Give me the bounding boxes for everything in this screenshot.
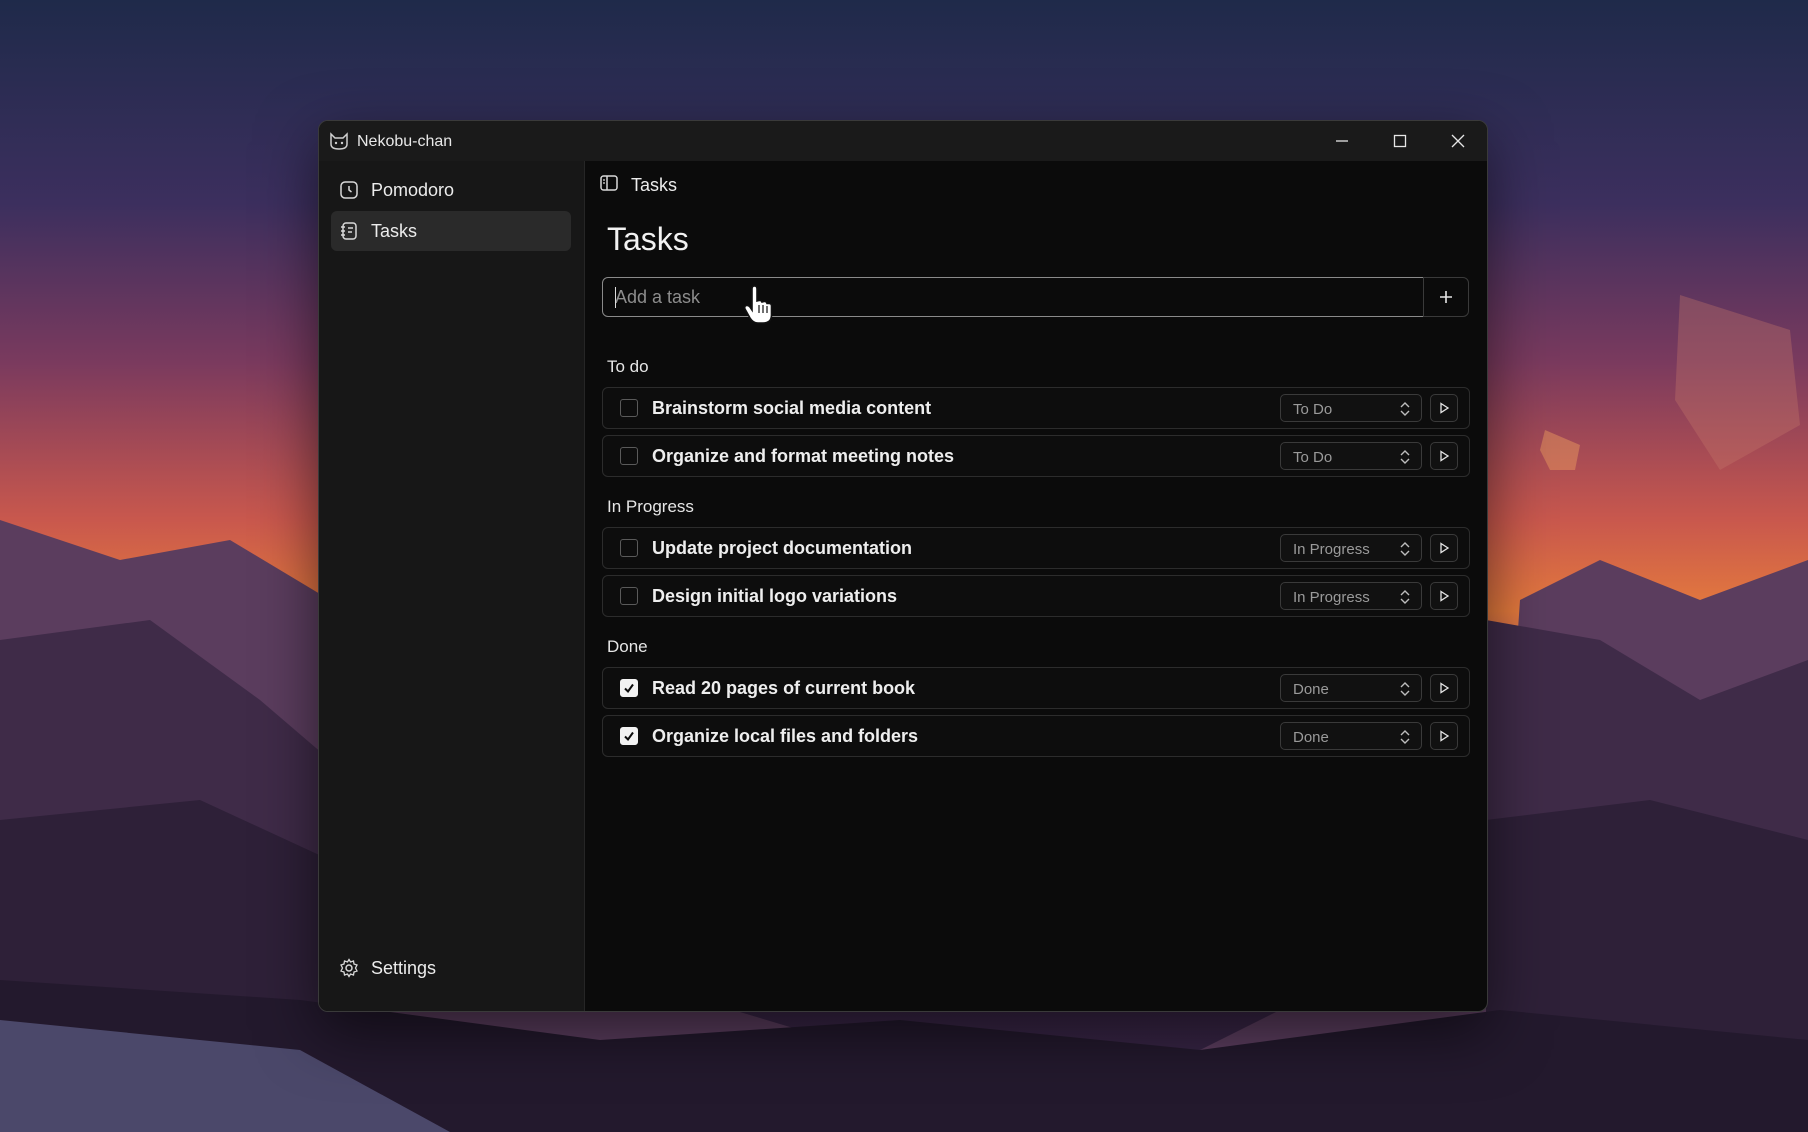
app-window: Nekobu-chan Pomodoro Tasks Settings Task… [318,120,1488,1012]
task-title: Organize local files and folders [652,726,919,746]
task-row: Organize local files and folders Done [602,715,1470,757]
task-checkbox[interactable] [620,399,638,417]
cat-logo-icon [330,132,348,150]
title-bar[interactable]: Nekobu-chan [319,121,1487,161]
status-select[interactable]: In Progress [1280,534,1422,562]
main-content: Tasks Tasks To do Brainstorm social medi… [585,161,1487,1011]
task-row: Update project documentation In Progress [602,527,1470,569]
status-select[interactable]: In Progress [1280,582,1422,610]
section-label-todo: To do [607,357,649,376]
task-checkbox[interactable] [620,539,638,557]
sidebar-toggle-icon[interactable] [599,173,619,198]
sidebar-item-settings[interactable]: Settings [331,948,571,988]
window-title: Nekobu-chan [357,133,453,150]
play-icon [1440,402,1450,414]
sidebar-item-label: Pomodoro [371,179,455,200]
hand-cursor-icon [743,285,773,324]
maximize-button[interactable] [1371,121,1429,161]
breadcrumb-label: Tasks [631,175,678,195]
start-task-button[interactable] [1430,442,1458,470]
start-task-button[interactable] [1430,394,1458,422]
list-icon [339,221,359,241]
play-icon [1440,590,1450,602]
status-value: Done [1293,681,1329,698]
close-icon [1451,134,1465,148]
task-row: Brainstorm social media content To Do [602,387,1470,429]
play-icon [1440,682,1450,694]
section-label-done: Done [607,637,648,656]
gear-icon [339,958,359,978]
checkmark-icon [624,731,634,742]
chevron-up-down-icon [1400,542,1410,556]
task-title: Brainstorm social media content [652,398,932,418]
clock-icon [339,180,359,200]
maximize-icon [1393,134,1407,148]
task-checkbox[interactable] [620,447,638,465]
status-select[interactable]: To Do [1280,442,1422,470]
add-task-input[interactable] [602,277,1424,317]
task-title: Design initial logo variations [652,586,898,606]
add-task-button[interactable] [1423,277,1469,317]
play-icon [1440,450,1450,462]
start-task-button[interactable] [1430,582,1458,610]
page-title: Tasks [607,221,689,257]
task-row: Read 20 pages of current book Done [602,667,1470,709]
chevron-up-down-icon [1400,730,1410,744]
play-icon [1440,730,1450,742]
sidebar-item-pomodoro[interactable]: Pomodoro [331,170,571,210]
task-title: Organize and format meeting notes [652,446,955,466]
status-value: To Do [1293,401,1333,418]
task-title: Update project documentation [652,538,913,558]
settings-label: Settings [371,957,437,978]
start-task-button[interactable] [1430,722,1458,750]
checkmark-icon [624,683,634,694]
task-row: Organize and format meeting notes To Do [602,435,1470,477]
status-value: In Progress [1293,589,1370,606]
chevron-up-down-icon [1400,402,1410,416]
chevron-up-down-icon [1400,590,1410,604]
chevron-up-down-icon [1400,450,1410,464]
play-icon [1440,542,1450,554]
close-button[interactable] [1429,121,1487,161]
breadcrumb: Tasks [599,173,677,198]
start-task-button[interactable] [1430,534,1458,562]
status-select[interactable]: Done [1280,722,1422,750]
task-checkbox[interactable] [620,587,638,605]
status-value: To Do [1293,449,1333,466]
add-task-form [602,277,1470,319]
minimize-button[interactable] [1313,121,1371,161]
start-task-button[interactable] [1430,674,1458,702]
sidebar-item-label: Tasks [371,220,418,241]
task-row: Design initial logo variations In Progre… [602,575,1470,617]
task-checkbox[interactable] [620,727,638,745]
sidebar-item-tasks[interactable]: Tasks [331,211,571,251]
chevron-up-down-icon [1400,682,1410,696]
text-caret [615,287,616,308]
task-checkbox[interactable] [620,679,638,697]
section-label-in-progress: In Progress [607,497,694,516]
status-select[interactable]: To Do [1280,394,1422,422]
minimize-icon [1336,140,1348,142]
status-value: In Progress [1293,541,1370,558]
status-value: Done [1293,729,1329,746]
status-select[interactable]: Done [1280,674,1422,702]
sidebar: Pomodoro Tasks Settings [319,161,585,1011]
task-title: Read 20 pages of current book [652,678,916,698]
plus-icon [1440,291,1452,303]
